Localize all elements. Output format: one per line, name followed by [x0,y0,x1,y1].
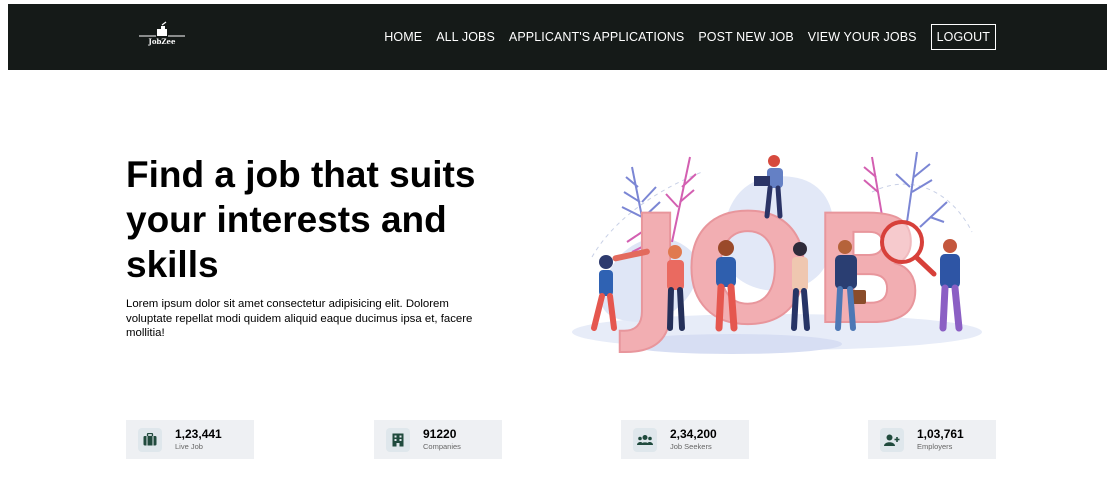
stat-label: Job Seekers [670,441,712,451]
stat-label: Live Job [175,441,203,451]
nav-post-new-job[interactable]: POST NEW JOB [698,30,793,44]
user-plus-icon [880,427,904,452]
nav-view-your-jobs[interactable]: VIEW YOUR JOBS [808,30,917,44]
nav-all-jobs[interactable]: ALL JOBS [436,30,495,44]
illustration-job-letters: JOB [619,184,926,358]
logout-button[interactable]: LOGOUT [930,24,996,50]
stat-label: Employers [917,441,953,451]
stat-value: 1,23,441 [175,426,222,441]
stat-card-job-seekers: 2,34,200 Job Seekers [621,420,749,459]
hero-title: Find a job that suits your interests and… [126,154,476,285]
brand-logo[interactable]: JobZee [136,21,188,51]
stat-card-employers: 1,03,761 Employers [868,420,996,459]
hero-description: Lorem ipsum dolor sit amet consectetur a… [126,298,473,339]
navbar: JobZee HOME ALL JOBS APPLICANT'S APPLICA… [8,4,1107,70]
briefcase-icon [138,427,162,452]
users-icon [633,427,657,452]
nav-home[interactable]: HOME [384,30,422,44]
brand-name: JobZee [148,37,176,46]
nav-links: HOME ALL JOBS APPLICANT'S APPLICATIONS P… [384,4,996,70]
stat-label: Companies [423,441,461,451]
stat-card-companies: 91220 Companies [374,420,502,459]
stat-value: 1,03,761 [917,426,964,441]
stat-value: 91220 [423,426,457,441]
hero-illustration: JOB [572,151,982,358]
stat-card-live-job: 1,23,441 Live Job [126,420,254,459]
nav-applicants-applications[interactable]: APPLICANT'S APPLICATIONS [509,30,684,44]
stat-value: 2,34,200 [670,426,717,441]
building-icon [386,427,410,452]
